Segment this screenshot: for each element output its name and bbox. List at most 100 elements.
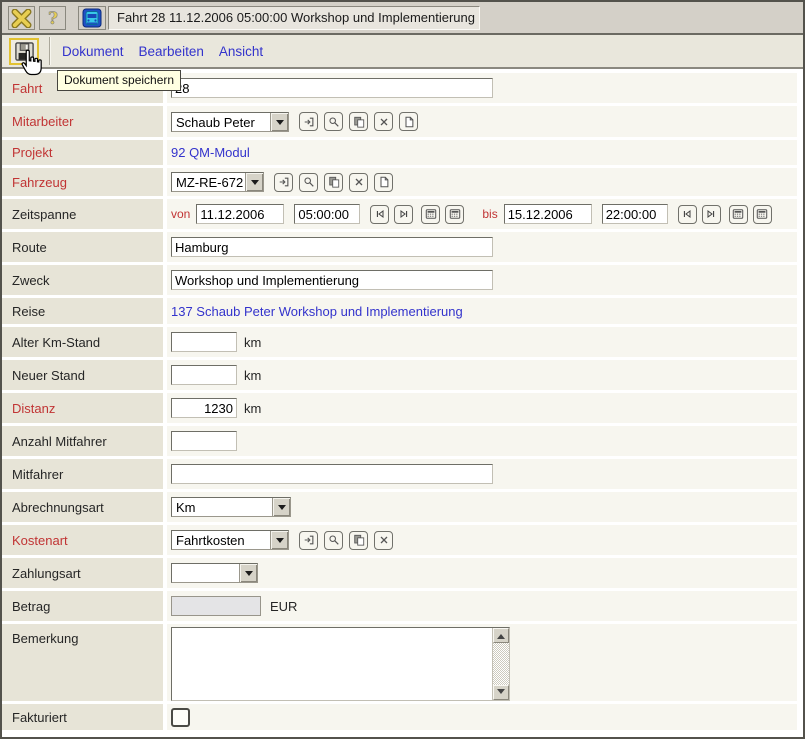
alter-km-stand-input[interactable] bbox=[171, 332, 237, 352]
mitarbeiter-select[interactable]: Schaub Peter bbox=[171, 112, 289, 132]
von-label: von bbox=[171, 207, 190, 221]
question-mark-icon: ? bbox=[45, 8, 61, 28]
search-button[interactable] bbox=[324, 531, 343, 550]
scrollbar[interactable] bbox=[492, 628, 509, 700]
von-time-input[interactable] bbox=[294, 204, 360, 224]
search-icon bbox=[328, 116, 340, 128]
copy-icon bbox=[353, 116, 365, 128]
help-button[interactable]: ? bbox=[39, 6, 66, 30]
scroll-up-button[interactable] bbox=[493, 628, 509, 643]
copy-button[interactable] bbox=[349, 531, 368, 550]
menu-dokument[interactable]: Dokument bbox=[62, 44, 124, 59]
arrow-left-icon bbox=[681, 208, 693, 220]
row-bemerkung: Bemerkung bbox=[2, 624, 803, 701]
distanz-input[interactable] bbox=[171, 398, 237, 418]
next-day-button[interactable] bbox=[702, 205, 721, 224]
zweck-input[interactable] bbox=[171, 270, 493, 290]
row-fahrzeug: Fahrzeug MZ-RE-672 bbox=[2, 168, 803, 196]
document-type-button[interactable] bbox=[78, 6, 106, 30]
fakturiert-checkbox[interactable] bbox=[171, 708, 190, 727]
calendar-button[interactable] bbox=[729, 205, 748, 224]
close-button[interactable] bbox=[8, 6, 35, 30]
hand-cursor-icon bbox=[18, 49, 43, 83]
goto-button[interactable] bbox=[299, 112, 318, 131]
row-route: Route bbox=[2, 232, 803, 262]
von-date-input[interactable] bbox=[196, 204, 284, 224]
zweck-label: Zweck bbox=[2, 265, 163, 295]
clear-button[interactable] bbox=[374, 531, 393, 550]
copy-button[interactable] bbox=[324, 173, 343, 192]
mitarbeiter-label: Mitarbeiter bbox=[2, 106, 163, 137]
svg-text:?: ? bbox=[48, 9, 58, 28]
bemerkung-textarea[interactable] bbox=[171, 627, 510, 701]
calendar-button[interactable] bbox=[445, 205, 464, 224]
clear-button[interactable] bbox=[374, 112, 393, 131]
abrechnungsart-select[interactable]: Km bbox=[171, 497, 291, 517]
dropdown-button[interactable] bbox=[270, 531, 288, 549]
projekt-link[interactable]: 92 QM-Modul bbox=[171, 145, 250, 160]
neuer-stand-input[interactable] bbox=[171, 365, 237, 385]
copy-button[interactable] bbox=[349, 112, 368, 131]
km-unit-label: km bbox=[244, 401, 261, 416]
document-title: Fahrt 28 11.12.2006 05:00:00 Workshop un… bbox=[108, 6, 480, 30]
search-button[interactable] bbox=[324, 112, 343, 131]
row-mitarbeiter: Mitarbeiter Schaub Peter bbox=[2, 106, 803, 137]
goto-icon bbox=[303, 116, 315, 128]
bemerkung-label: Bemerkung bbox=[2, 624, 163, 701]
bis-time-input[interactable] bbox=[602, 204, 668, 224]
prev-day-button[interactable] bbox=[678, 205, 697, 224]
close-icon bbox=[11, 9, 32, 28]
toolbar-separator bbox=[49, 37, 51, 65]
scroll-down-button[interactable] bbox=[493, 685, 509, 700]
copy-icon bbox=[328, 176, 340, 188]
search-icon bbox=[328, 534, 340, 546]
document-form: Fahrt Mitarbeiter Schaub Peter bbox=[2, 73, 803, 733]
search-button[interactable] bbox=[299, 173, 318, 192]
alter-km-stand-label: Alter Km-Stand bbox=[2, 327, 163, 357]
row-reise: Reise 137 Schaub Peter Workshop und Impl… bbox=[2, 298, 803, 324]
zahlungsart-label: Zahlungsart bbox=[2, 558, 163, 588]
zahlungsart-select[interactable] bbox=[171, 563, 258, 583]
anzahl-mitfahrer-input[interactable] bbox=[171, 431, 237, 451]
prev-day-button[interactable] bbox=[370, 205, 389, 224]
fahrzeug-select[interactable]: MZ-RE-672 bbox=[171, 172, 264, 192]
scrollbar-track[interactable] bbox=[493, 643, 509, 685]
fahrt-input[interactable] bbox=[171, 78, 493, 98]
chevron-down-icon bbox=[251, 180, 259, 189]
new-button[interactable] bbox=[374, 173, 393, 192]
toolbar: Dokument Bearbeiten Ansicht bbox=[2, 35, 803, 69]
reise-link[interactable]: 137 Schaub Peter Workshop und Implementi… bbox=[171, 304, 463, 319]
goto-icon bbox=[303, 534, 315, 546]
copy-icon bbox=[353, 534, 365, 546]
chevron-down-icon bbox=[276, 538, 284, 547]
calendar-icon bbox=[449, 208, 461, 220]
next-day-button[interactable] bbox=[394, 205, 413, 224]
row-abrechnungsart: Abrechnungsart Km bbox=[2, 492, 803, 522]
menu-bar: Dokument Bearbeiten Ansicht bbox=[62, 35, 263, 67]
eur-unit-label: EUR bbox=[270, 599, 297, 614]
bis-date-input[interactable] bbox=[504, 204, 592, 224]
clear-button[interactable] bbox=[349, 173, 368, 192]
menu-bearbeiten[interactable]: Bearbeiten bbox=[139, 44, 204, 59]
row-anzahl-mitfahrer: Anzahl Mitfahrer bbox=[2, 426, 803, 456]
kostenart-select[interactable]: Fahrtkosten bbox=[171, 530, 289, 550]
dropdown-button[interactable] bbox=[239, 564, 257, 582]
goto-button[interactable] bbox=[274, 173, 293, 192]
distanz-label: Distanz bbox=[2, 393, 163, 423]
menu-ansicht[interactable]: Ansicht bbox=[219, 44, 263, 59]
new-button[interactable] bbox=[399, 112, 418, 131]
calendar-button[interactable] bbox=[753, 205, 772, 224]
fahrzeug-selected-value: MZ-RE-672 bbox=[172, 173, 245, 191]
betrag-input bbox=[171, 596, 261, 616]
bemerkung-text[interactable] bbox=[172, 628, 492, 700]
route-label: Route bbox=[2, 232, 163, 262]
reise-label: Reise bbox=[2, 298, 163, 324]
dropdown-button[interactable] bbox=[245, 173, 263, 191]
goto-button[interactable] bbox=[299, 531, 318, 550]
mitfahrer-input[interactable] bbox=[171, 464, 493, 484]
dropdown-button[interactable] bbox=[270, 113, 288, 131]
calendar-button[interactable] bbox=[421, 205, 440, 224]
route-input[interactable] bbox=[171, 237, 493, 257]
dropdown-button[interactable] bbox=[272, 498, 290, 516]
abrechnungsart-selected-value: Km bbox=[172, 498, 272, 516]
